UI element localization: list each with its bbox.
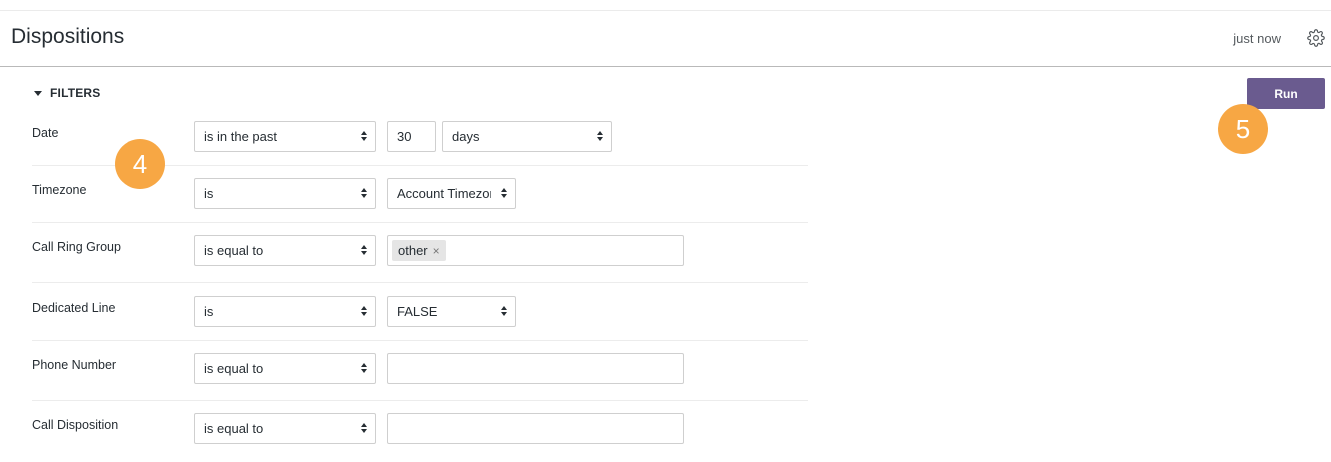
date-unit-select[interactable]: days (442, 121, 612, 152)
filter-label-call-disposition: Call Disposition (32, 418, 119, 432)
date-operator-select[interactable]: is in the past (194, 121, 376, 152)
timezone-operator-select[interactable]: is (194, 178, 376, 209)
row-divider (32, 222, 808, 223)
ring-group-operator-value: is equal to (204, 243, 264, 258)
row-divider (32, 282, 808, 283)
date-amount-input[interactable] (387, 121, 436, 152)
filter-label-dedicated-line: Dedicated Line (32, 301, 116, 315)
timezone-value-select[interactable]: Account Timezone (387, 178, 516, 209)
gear-icon[interactable] (1307, 29, 1325, 47)
select-arrows-icon (361, 131, 367, 143)
tag-remove-icon[interactable]: × (433, 245, 440, 257)
timezone-value: Account Timezone (397, 186, 491, 201)
ring-group-tag: other × (392, 240, 446, 261)
step-badge-4: 4 (115, 139, 165, 189)
call-disposition-operator-select[interactable]: is equal to (194, 413, 376, 444)
dedicated-line-operator-value: is (204, 304, 214, 319)
row-divider (32, 400, 808, 401)
filters-toggle[interactable]: FILTERS (34, 86, 101, 100)
select-arrows-icon (501, 188, 507, 200)
select-arrows-icon (361, 306, 367, 318)
phone-number-input[interactable] (387, 353, 684, 384)
dedicated-line-value: FALSE (397, 304, 438, 319)
ring-group-operator-select[interactable]: is equal to (194, 235, 376, 266)
select-arrows-icon (361, 423, 367, 435)
last-updated-text: just now (1233, 31, 1281, 46)
row-divider (32, 340, 808, 341)
dedicated-line-operator-select[interactable]: is (194, 296, 376, 327)
ring-group-tag-label: other (398, 243, 428, 258)
filters-label: FILTERS (50, 86, 101, 100)
run-button[interactable]: Run (1247, 78, 1325, 109)
filter-label-call-ring-group: Call Ring Group (32, 240, 121, 254)
filter-label-phone-number: Phone Number (32, 358, 117, 372)
select-arrows-icon (597, 131, 603, 143)
call-disposition-operator-value: is equal to (204, 421, 264, 436)
filter-label-timezone: Timezone (32, 183, 87, 197)
call-disposition-input[interactable] (387, 413, 684, 444)
phone-number-operator-value: is equal to (204, 361, 264, 376)
select-arrows-icon (501, 306, 507, 318)
page-title: Dispositions (11, 25, 125, 48)
select-arrows-icon (361, 245, 367, 257)
page-header: Dispositions just now (0, 11, 1331, 67)
ring-group-tag-input[interactable]: other × (387, 235, 684, 266)
caret-down-icon (34, 90, 42, 96)
timezone-operator-value: is (204, 186, 214, 201)
select-arrows-icon (361, 188, 367, 200)
date-operator-value: is in the past (204, 129, 277, 144)
step-badge-5: 5 (1218, 104, 1268, 154)
date-unit-value: days (452, 129, 480, 144)
phone-number-operator-select[interactable]: is equal to (194, 353, 376, 384)
select-arrows-icon (361, 363, 367, 375)
filter-label-date: Date (32, 126, 59, 140)
dedicated-line-value-select[interactable]: FALSE (387, 296, 516, 327)
